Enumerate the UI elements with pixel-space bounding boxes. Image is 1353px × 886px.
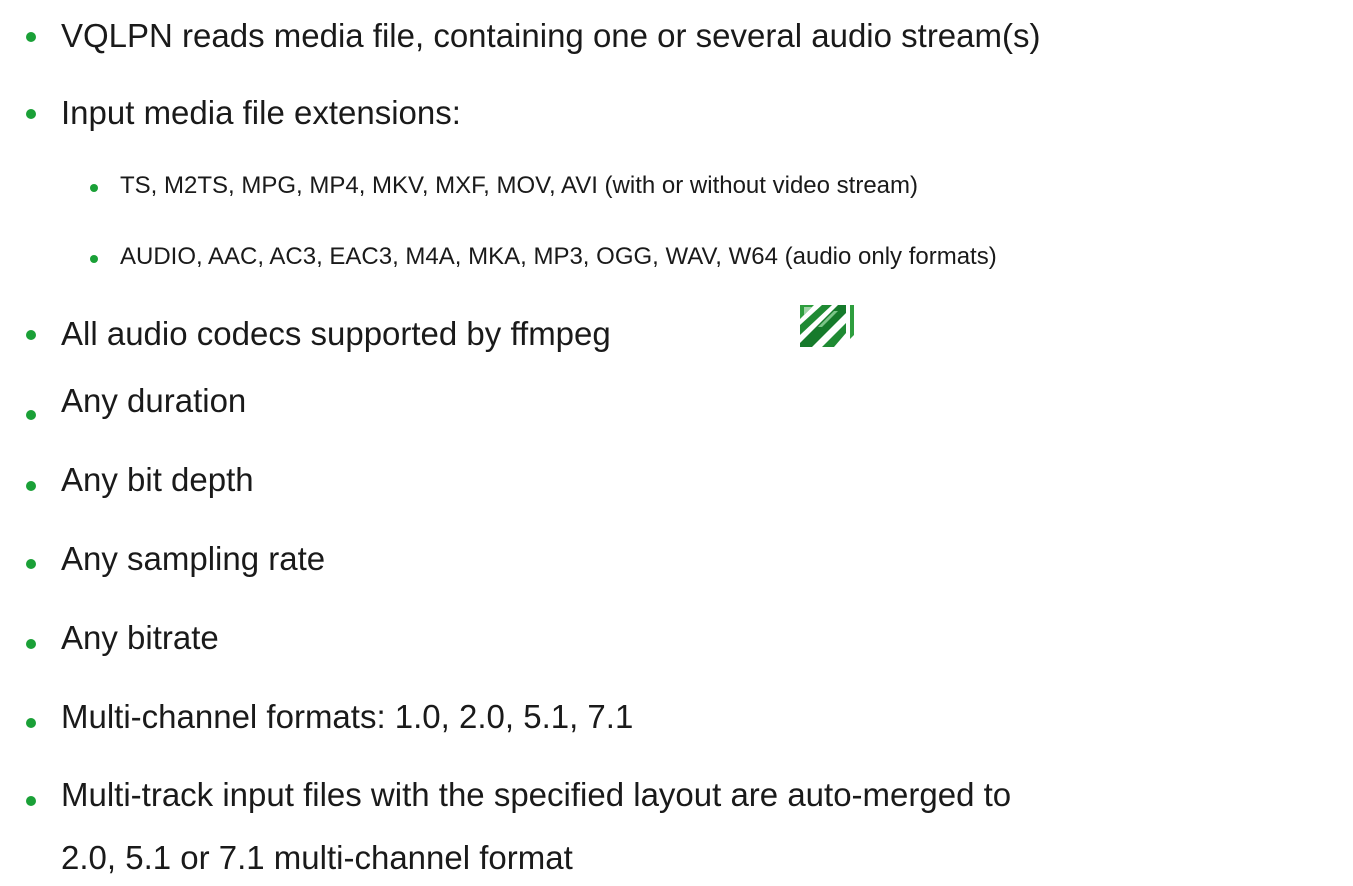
list-item: VQLPN reads media file, containing one o… bbox=[61, 17, 1041, 54]
list-item: Any bitrate bbox=[61, 619, 219, 656]
list-item: Any sampling rate bbox=[61, 540, 326, 577]
bullet-dot bbox=[26, 718, 36, 728]
list-item-continuation: 2.0, 5.1 or 7.1 multi-channel format bbox=[61, 839, 573, 876]
list-item: Any duration bbox=[61, 382, 247, 419]
bullet-dot bbox=[26, 639, 36, 649]
list-item: Input media file extensions: bbox=[61, 94, 461, 131]
list-item: All audio codecs supported by ffmpeg bbox=[61, 315, 611, 352]
list-item: Multi-channel formats: 1.0, 2.0, 5.1, 7.… bbox=[61, 698, 634, 735]
bullet-dot bbox=[26, 32, 36, 42]
bullet-dot bbox=[26, 559, 36, 569]
sub-list-item: AUDIO, AAC, AC3, EAC3, M4A, MKA, MP3, OG… bbox=[120, 243, 997, 270]
bullet-dot bbox=[26, 109, 36, 119]
bullet-dot bbox=[26, 796, 36, 806]
sub-list-item: TS, M2TS, MPG, MP4, MKV, MXF, MOV, AVI (… bbox=[120, 172, 918, 199]
list-item: Multi-track input files with the specifi… bbox=[61, 776, 1012, 813]
sub-bullet-dot bbox=[90, 184, 98, 192]
bullet-dot bbox=[26, 410, 36, 420]
ffmpeg-logo-icon bbox=[798, 303, 860, 349]
bullet-dot bbox=[26, 481, 36, 491]
list-item: Any bit depth bbox=[61, 461, 254, 498]
sub-bullet-dot bbox=[90, 255, 98, 263]
bullet-dot bbox=[26, 330, 36, 340]
